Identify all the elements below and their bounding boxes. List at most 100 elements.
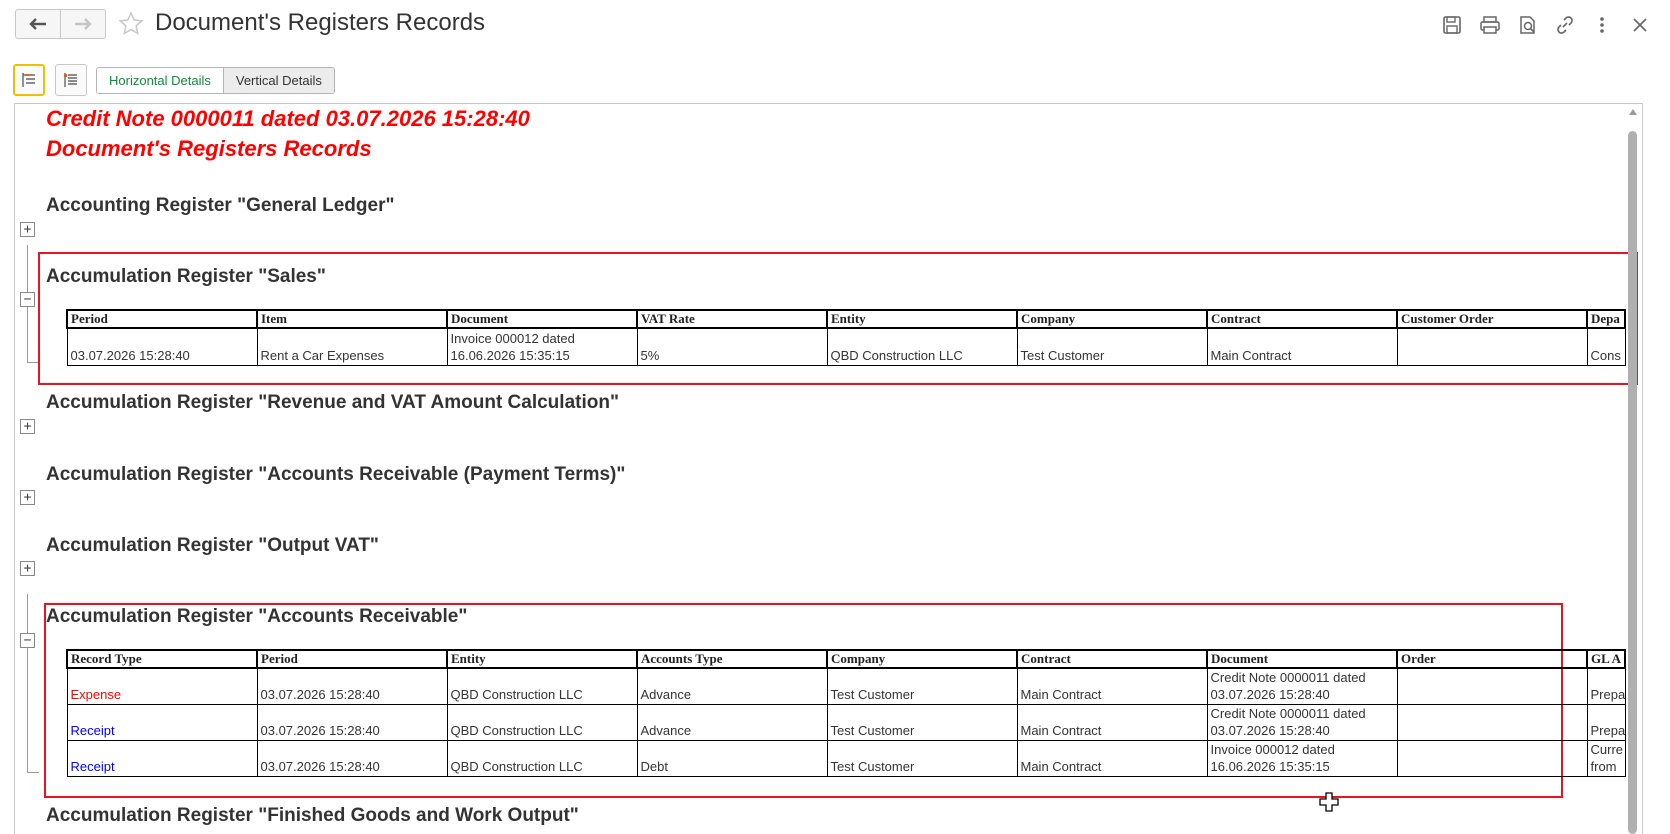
sales-table: Period Item Document VAT Rate Entity Com… — [66, 309, 1626, 366]
print-preview-button[interactable] — [1515, 12, 1541, 38]
back-button[interactable] — [16, 10, 60, 38]
table-cell[interactable] — [1396, 667, 1588, 705]
details-view-switch: Horizontal Details Vertical Details — [96, 67, 335, 94]
window-title: Document's Registers Records — [155, 9, 486, 36]
scrollbar-thumb[interactable] — [1628, 131, 1637, 834]
arrow-left-icon — [29, 18, 46, 30]
table-cell[interactable]: Prepa — [1586, 704, 1626, 741]
column-header: Contract — [1206, 309, 1398, 329]
navigation-buttons — [15, 9, 106, 39]
table-cell[interactable]: Credit Note 0000011 dated 03.07.2026 15:… — [1206, 704, 1398, 741]
close-icon — [1633, 18, 1647, 32]
table-cell[interactable]: 03.07.2026 15:28:40 — [256, 667, 448, 705]
horizontal-details-button[interactable]: Horizontal Details — [97, 68, 223, 93]
link-icon — [1557, 16, 1573, 34]
column-header: VAT Rate — [636, 309, 828, 329]
table-cell[interactable] — [1396, 740, 1588, 777]
collapse-group-icon[interactable]: − — [20, 292, 35, 307]
table-cell[interactable]: Invoice 000012 dated 16.06.2026 15:35:15 — [446, 327, 638, 366]
table-cell[interactable]: Rent a Car Expenses — [256, 327, 448, 366]
table-cell[interactable]: Curre from — [1586, 740, 1626, 777]
column-header: Company — [1016, 309, 1208, 329]
table-row: Expense 03.07.2026 15:28:40 QBD Construc… — [66, 667, 1626, 705]
save-button[interactable] — [1439, 12, 1465, 38]
print-button[interactable] — [1477, 12, 1503, 38]
favorite-star-button[interactable] — [118, 11, 144, 37]
more-actions-button[interactable] — [1589, 12, 1615, 38]
table-cell[interactable]: Main Contract — [1016, 667, 1208, 705]
table-cell[interactable]: 03.07.2026 15:28:40 — [66, 327, 258, 366]
section-accounts-receivable: Accumulation Register "Accounts Receivab… — [46, 606, 468, 627]
group-line-end — [27, 772, 39, 773]
expand-group-icon[interactable]: + — [20, 419, 35, 434]
table-cell[interactable]: QBD Construction LLC — [446, 667, 638, 705]
column-header: Customer Order — [1396, 309, 1588, 329]
table-header-row: Period Item Document VAT Rate Entity Com… — [66, 309, 1626, 329]
section-output-vat: Accumulation Register "Output VAT" — [46, 535, 379, 556]
get-link-button[interactable] — [1552, 12, 1578, 38]
table-cell[interactable]: Debt — [636, 740, 828, 777]
expand-groups-button[interactable] — [55, 64, 87, 96]
table-cell[interactable]: Advance — [636, 704, 828, 741]
column-header: Period — [256, 649, 448, 669]
close-button[interactable] — [1627, 12, 1653, 38]
save-icon — [1443, 16, 1461, 34]
group-line-ar — [27, 594, 28, 773]
scroll-up-icon[interactable] — [1629, 109, 1637, 115]
section-sales: Accumulation Register "Sales" — [46, 266, 326, 287]
section-ar-payment-terms: Accumulation Register "Accounts Receivab… — [46, 464, 626, 485]
table-cell[interactable]: Cons — [1586, 327, 1626, 366]
table-cell[interactable]: QBD Construction LLC — [446, 740, 638, 777]
collapse-group-icon[interactable]: − — [20, 633, 35, 648]
table-cell[interactable]: Main Contract — [1016, 704, 1208, 741]
forward-button[interactable] — [60, 10, 105, 38]
table-cell[interactable]: Main Contract — [1206, 327, 1398, 366]
star-icon — [118, 11, 144, 35]
table-cell[interactable]: Prepa — [1586, 667, 1626, 705]
table-row: Receipt 03.07.2026 15:28:40 QBD Construc… — [66, 740, 1626, 777]
column-header: Document — [446, 309, 638, 329]
expand-group-icon[interactable]: + — [20, 561, 35, 576]
table-cell[interactable] — [1396, 327, 1588, 366]
show-groups-button[interactable] — [13, 64, 45, 96]
table-cell[interactable]: QBD Construction LLC — [446, 704, 638, 741]
table-cell[interactable]: Test Customer — [826, 667, 1018, 705]
table-header-row: Record Type Period Entity Accounts Type … — [66, 649, 1626, 669]
table-cell[interactable]: 5% — [636, 327, 828, 366]
column-header: Order — [1396, 649, 1588, 669]
table-cell[interactable]: Main Contract — [1016, 740, 1208, 777]
table-cell[interactable]: Test Customer — [826, 740, 1018, 777]
printer-icon — [1480, 16, 1500, 34]
section-general-ledger: Accounting Register "General Ledger" — [46, 195, 395, 216]
table-cell[interactable]: Credit Note 0000011 dated 03.07.2026 15:… — [1206, 667, 1398, 705]
expand-group-icon[interactable]: + — [20, 222, 35, 237]
more-vertical-icon — [1600, 17, 1604, 33]
column-header: Period — [66, 309, 258, 329]
column-header: Entity — [826, 309, 1018, 329]
column-header: Item — [256, 309, 448, 329]
table-row: 03.07.2026 15:28:40 Rent a Car Expenses … — [66, 327, 1626, 366]
column-header: Record Type — [66, 649, 258, 669]
vertical-details-button[interactable]: Vertical Details — [222, 68, 334, 93]
table-cell[interactable]: Test Customer — [1016, 327, 1208, 366]
outline-icon — [22, 73, 35, 87]
preview-icon — [1520, 16, 1535, 34]
report-heading-document: Credit Note 0000011 dated 03.07.2026 15:… — [46, 106, 530, 131]
table-cell[interactable]: Invoice 000012 dated 16.06.2026 15:35:15 — [1206, 740, 1398, 777]
table-cell[interactable]: Advance — [636, 667, 828, 705]
column-header: Depa — [1586, 309, 1626, 329]
report-heading-title: Document's Registers Records — [46, 136, 372, 161]
record-type-cell[interactable]: Expense — [66, 667, 258, 705]
table-cell[interactable] — [1396, 704, 1588, 741]
cursor-icon — [1319, 792, 1339, 812]
expand-group-icon[interactable]: + — [20, 490, 35, 505]
table-cell[interactable]: Test Customer — [826, 704, 1018, 741]
record-type-cell[interactable]: Receipt — [66, 704, 258, 741]
column-header: Document — [1206, 649, 1398, 669]
table-cell[interactable]: 03.07.2026 15:28:40 — [256, 740, 448, 777]
record-type-cell[interactable]: Receipt — [66, 740, 258, 777]
table-cell[interactable]: QBD Construction LLC — [826, 327, 1018, 366]
section-revenue-vat: Accumulation Register "Revenue and VAT A… — [46, 392, 619, 413]
column-header: Company — [826, 649, 1018, 669]
table-cell[interactable]: 03.07.2026 15:28:40 — [256, 704, 448, 741]
